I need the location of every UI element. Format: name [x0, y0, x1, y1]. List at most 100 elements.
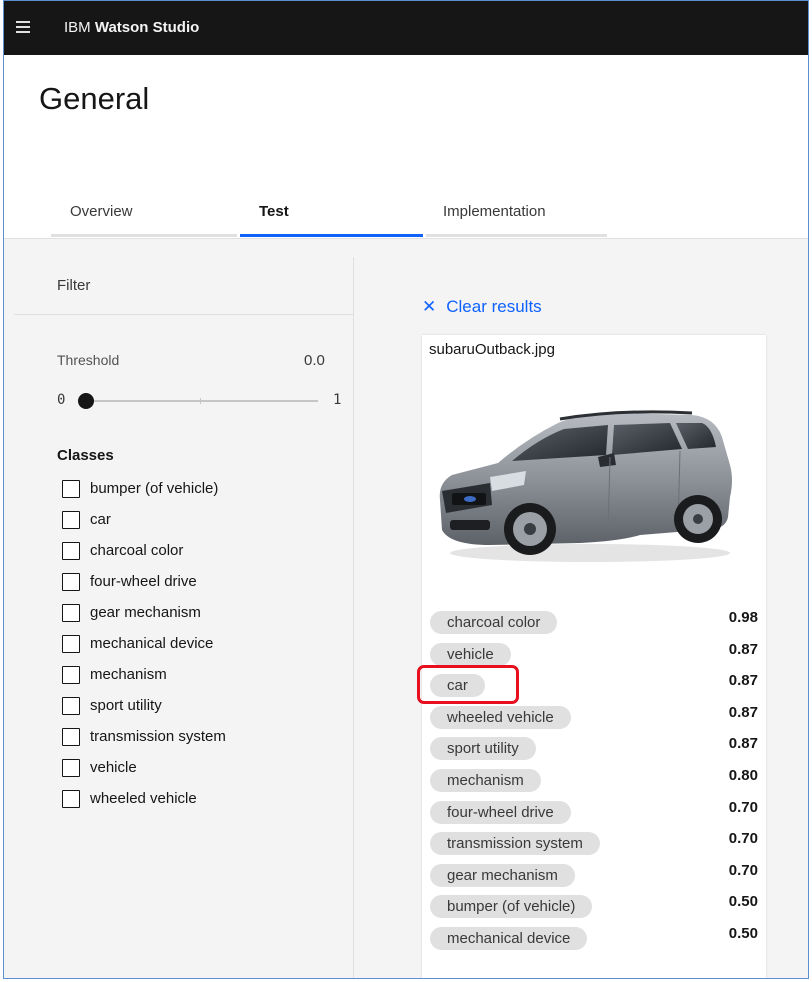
class-item-vehicle[interactable]: vehicle: [62, 752, 226, 783]
checkbox[interactable]: [62, 727, 80, 746]
result-row: transmission system 0.70: [430, 830, 762, 862]
result-score: 0.70: [728, 830, 758, 848]
clear-results-button[interactable]: ✕ Clear results: [422, 297, 542, 317]
tab-overview[interactable]: Overview: [51, 197, 237, 237]
result-tag[interactable]: mechanism: [430, 768, 541, 792]
result-tag[interactable]: sport utility: [430, 737, 536, 761]
tab-bar: Overview Test Implementation: [51, 197, 607, 239]
class-item-charcoal-color[interactable]: charcoal color: [62, 535, 226, 566]
checkbox[interactable]: [62, 665, 80, 684]
slider-handle[interactable]: [78, 393, 94, 409]
class-item-four-wheel-drive[interactable]: four-wheel drive: [62, 566, 226, 597]
result-score: 0.87: [728, 672, 758, 690]
class-item-wheeled-vehicle[interactable]: wheeled vehicle: [62, 783, 226, 814]
result-row: four-wheel drive 0.70: [430, 799, 762, 831]
result-tag[interactable]: wheeled vehicle: [430, 705, 571, 729]
filter-title: Filter: [57, 277, 91, 294]
class-label: bumper (of vehicle): [90, 480, 219, 497]
checkbox[interactable]: [62, 510, 80, 529]
class-label: charcoal color: [90, 542, 184, 559]
result-row: sport utility 0.87: [430, 735, 762, 767]
class-item-mechanism[interactable]: mechanism: [62, 659, 226, 690]
result-score: 0.87: [728, 640, 758, 658]
result-score: 0.80: [728, 766, 758, 784]
top-bar: IBM Watson Studio: [4, 1, 808, 55]
class-label: four-wheel drive: [90, 573, 197, 590]
class-item-gear-mechanism[interactable]: gear mechanism: [62, 597, 226, 628]
result-tag[interactable]: vehicle: [430, 642, 511, 666]
classes-title: Classes: [57, 447, 114, 464]
checkbox[interactable]: [62, 572, 80, 591]
class-label: wheeled vehicle: [90, 790, 197, 807]
checkbox[interactable]: [62, 758, 80, 777]
brand-product: Watson Studio: [94, 19, 200, 36]
brand-name[interactable]: IBM Watson Studio: [64, 19, 199, 36]
class-item-sport-utility[interactable]: sport utility: [62, 690, 226, 721]
tab-indicator: [240, 234, 423, 237]
result-tag[interactable]: mechanical device: [430, 926, 588, 950]
result-score: 0.87: [728, 703, 758, 721]
result-row: gear mechanism 0.70: [430, 862, 762, 894]
class-label: vehicle: [90, 759, 137, 776]
result-score: 0.87: [728, 735, 758, 753]
result-tag[interactable]: bumper (of vehicle): [430, 895, 593, 919]
result-score: 0.98: [728, 609, 758, 626]
car-image: [439, 410, 732, 562]
clear-results-label: Clear results: [446, 297, 542, 316]
result-tag[interactable]: car: [430, 674, 485, 698]
result-row: mechanical device 0.50: [430, 925, 762, 957]
classification-results: charcoal color 0.98 vehicle 0.87 car 0.8…: [417, 609, 762, 957]
tab-indicator: [426, 234, 607, 237]
filter-sidebar: Filter Threshold 0.0 0 1 Classes bumper …: [14, 257, 355, 978]
checkbox[interactable]: [62, 479, 80, 498]
tab-label: Overview: [70, 203, 133, 220]
checkbox[interactable]: [62, 696, 80, 715]
divider: [14, 314, 354, 315]
results-panel: ✕ Clear results subaruOutback.jpg charco…: [354, 257, 808, 978]
checkbox[interactable]: [62, 603, 80, 622]
result-card: subaruOutback.jpg charcoal color 0.98 ve…: [417, 335, 766, 978]
class-label: gear mechanism: [90, 604, 201, 621]
class-label: mechanical device: [90, 635, 214, 652]
class-item-car[interactable]: car: [62, 504, 226, 535]
threshold-slider[interactable]: 0 1: [57, 391, 355, 411]
class-label: sport utility: [90, 697, 162, 714]
result-score: 0.70: [728, 861, 758, 879]
result-score: 0.70: [728, 798, 758, 816]
result-row: charcoal color 0.98: [430, 609, 762, 641]
image-filename: subaruOutback.jpg: [429, 341, 555, 358]
result-tag[interactable]: transmission system: [430, 832, 600, 856]
menu-icon[interactable]: [16, 21, 30, 33]
class-label: car: [90, 511, 111, 528]
result-tag[interactable]: four-wheel drive: [430, 800, 571, 824]
threshold-value: 0.0: [304, 352, 325, 369]
brand-prefix: IBM: [64, 19, 91, 36]
result-tag[interactable]: charcoal color: [430, 611, 558, 634]
close-icon: ✕: [422, 297, 437, 316]
result-tag[interactable]: gear mechanism: [430, 863, 575, 887]
result-row: mechanism 0.80: [430, 767, 762, 799]
slider-max-label: 1: [333, 392, 342, 408]
slider-track[interactable]: [85, 400, 318, 402]
tab-test[interactable]: Test: [240, 197, 423, 237]
tab-label: Test: [259, 203, 289, 220]
checkbox[interactable]: [62, 541, 80, 560]
tab-indicator: [51, 234, 237, 237]
result-score: 0.50: [728, 893, 758, 911]
slider-tick: [200, 398, 201, 404]
threshold-label: Threshold: [57, 352, 120, 368]
tab-implementation[interactable]: Implementation: [426, 197, 607, 237]
class-list: bumper (of vehicle) car charcoal color f…: [62, 473, 226, 814]
app-window: IBM Watson Studio General Overview Test …: [3, 0, 809, 979]
result-row: bumper (of vehicle) 0.50: [430, 893, 762, 925]
result-score: 0.50: [728, 924, 758, 942]
class-item-mechanical-device[interactable]: mechanical device: [62, 628, 226, 659]
class-item-bumper[interactable]: bumper (of vehicle): [62, 473, 226, 504]
checkbox[interactable]: [62, 789, 80, 808]
content-area: Filter Threshold 0.0 0 1 Classes bumper …: [4, 238, 808, 978]
slider-min-label: 0: [57, 392, 66, 408]
checkbox[interactable]: [62, 634, 80, 653]
tab-label: Implementation: [443, 203, 546, 220]
class-label: mechanism: [90, 666, 167, 683]
class-item-transmission-system[interactable]: transmission system: [62, 721, 226, 752]
